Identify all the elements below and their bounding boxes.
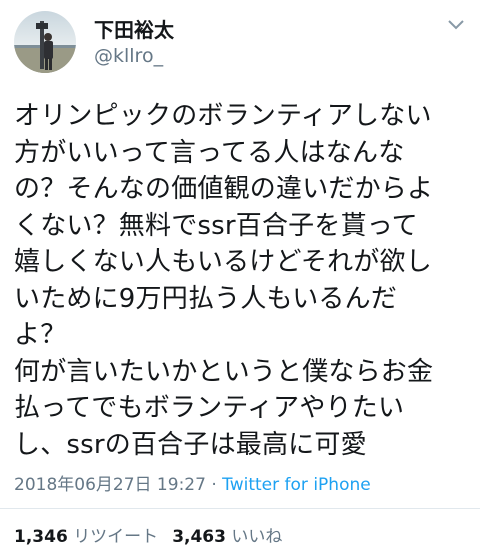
author-handle[interactable]: @kllro_ [94,45,163,67]
tweet-text: オリンピックのボランティアしない 方がいいって言ってる人はなんな の？そんなの価… [14,98,470,463]
tweet-meta: 2018年06月27日 19:27 · Twitter for iPhone [14,470,371,495]
divider [0,508,480,509]
tweet-header: 下田裕太 @kllro_ [0,0,480,90]
tweet-source-link[interactable]: Twitter for iPhone [222,475,371,495]
tweet-text-line: 嬉しくない人もいるけどそれが欲し [14,247,432,277]
retweets-label: リツイート [73,527,159,547]
chevron-down-icon[interactable] [446,18,466,32]
avatar[interactable] [14,11,76,73]
tweet-text-line: し、ssrの百合子は最高に可愛 [14,429,367,460]
likes-label: いいね [231,527,283,547]
author-display-name[interactable]: 下田裕太 [94,14,174,43]
likes-stat[interactable]: 3,463 いいね [172,527,282,547]
meta-separator: · [205,475,223,495]
tweet-timestamp[interactable]: 2018年06月27日 19:27 [14,475,206,495]
tweet-stats: 1,346 リツイート 3,463 いいね [14,522,282,547]
tweet-text-line: よ？ [14,320,67,350]
tweet-text-line: 方がいいって言ってる人はなんな [14,137,405,168]
profile-photo-icon [14,11,76,73]
tweet-text-line: オリンピックのボランティアしない [14,101,432,131]
tweet-text-line: 何が言いたいかというと僕ならお金 [14,356,434,387]
tweet-text-line: 払ってでもボランティアやりたい [14,393,405,423]
retweets-stat[interactable]: 1,346 リツイート [14,527,158,547]
tweet-text-line: いために9万円払う人もいるんだ [14,283,398,314]
likes-count: 3,463 [172,527,226,547]
tweet-text-line: の？そんなの価値観の違いだからよ [14,174,434,204]
retweets-count: 1,346 [14,527,68,547]
tweet-text-line: くない？無料でssr百合子を貰って [14,210,418,241]
